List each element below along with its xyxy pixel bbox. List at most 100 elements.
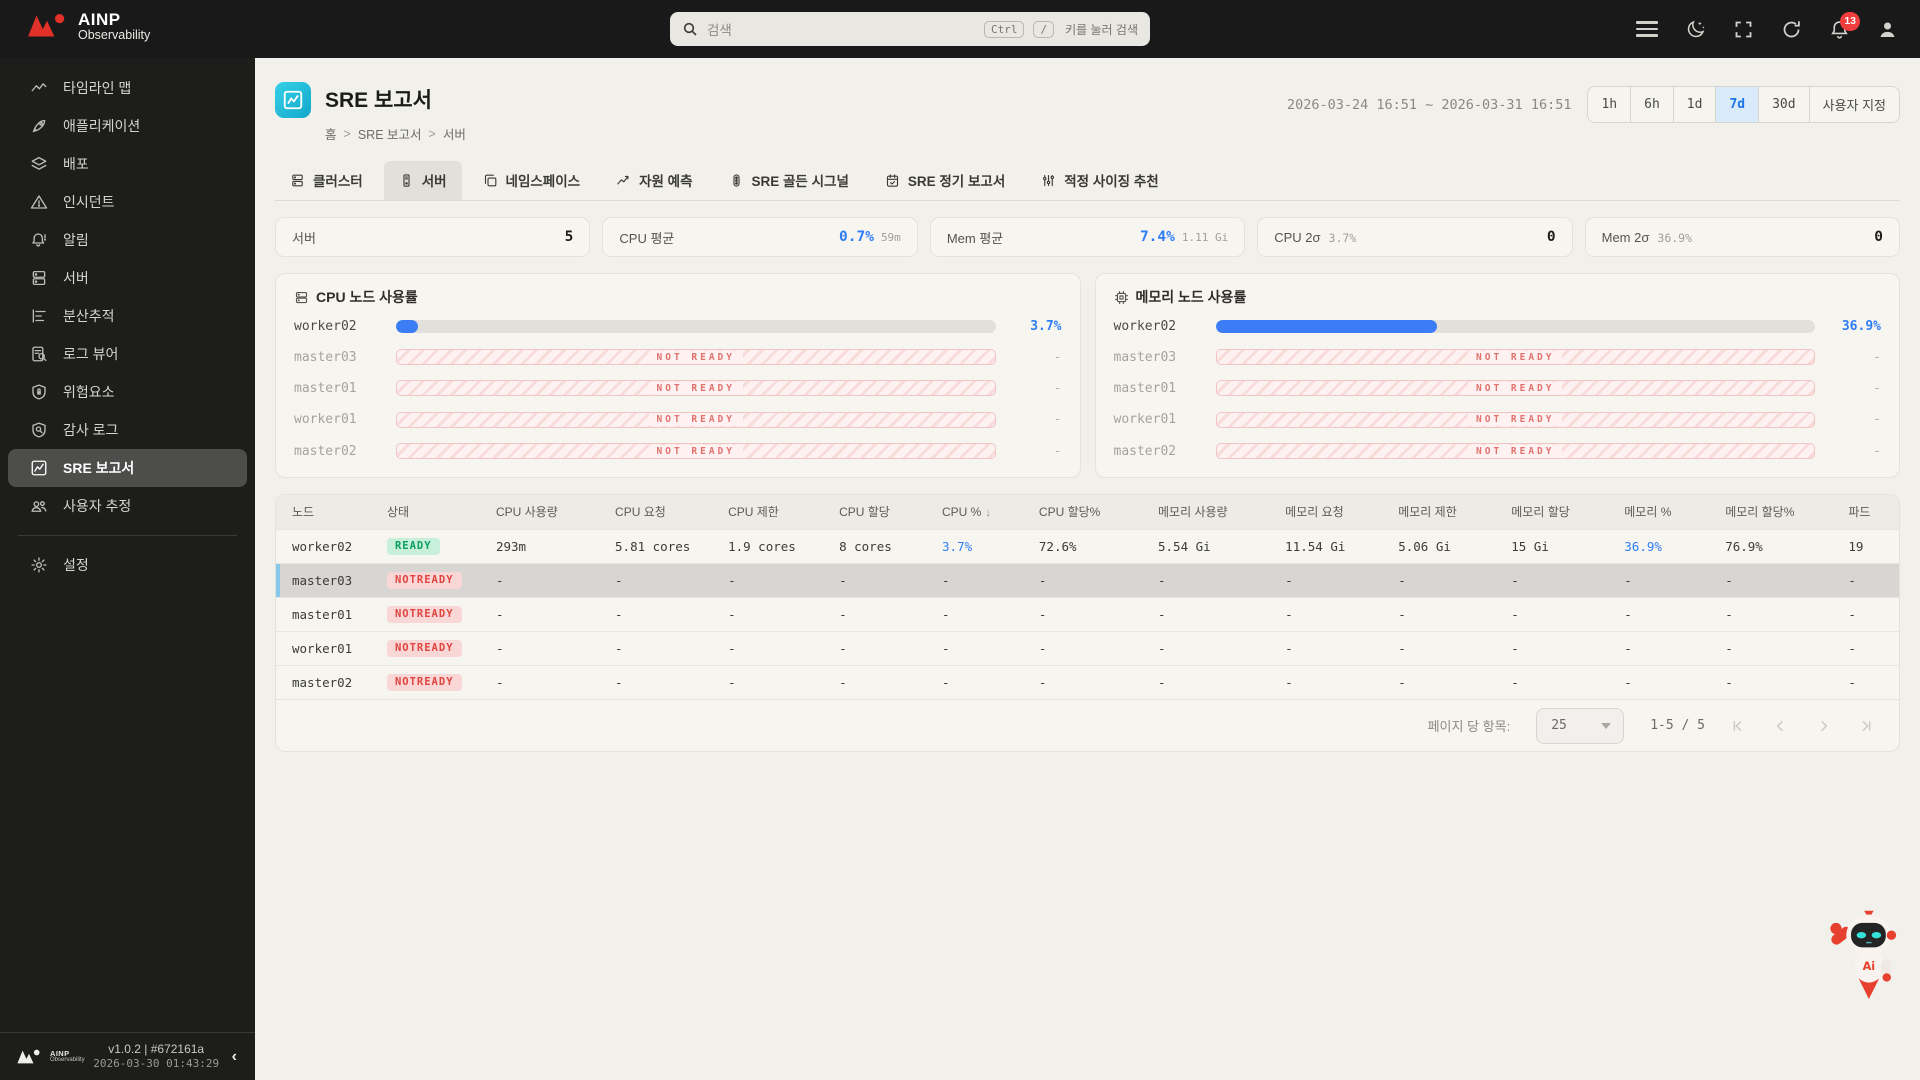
first-page-icon[interactable] [1731, 718, 1747, 734]
table-cell: 11.54 Gi [1277, 528, 1391, 563]
table-row-master03[interactable]: master03 NOTREADY ------------- [276, 562, 1899, 597]
calendar-icon [885, 173, 900, 188]
warning-icon [30, 193, 48, 211]
layers-icon [30, 155, 48, 173]
usage-bar-fill [396, 319, 419, 333]
table-row-worker01[interactable]: worker01 NOTREADY ------------- [276, 630, 1899, 665]
time-range-button-1h[interactable]: 1h [1588, 87, 1630, 122]
pagination-nav [1731, 718, 1873, 734]
search-input[interactable]: 검색 Ctrl / 키를 눌러 검색 [670, 12, 1150, 46]
time-range-button-30d[interactable]: 30d [1758, 87, 1808, 122]
column-header[interactable]: CPU 제한 [720, 495, 832, 529]
next-page-icon[interactable] [1815, 718, 1831, 734]
table-cell: - [1277, 596, 1391, 631]
items-per-page-label: 페이지 당 항목: [1427, 719, 1511, 734]
logview-icon [30, 345, 48, 363]
last-page-icon[interactable] [1857, 718, 1873, 734]
not-ready-bar: NOT READY [396, 411, 996, 428]
stat-label: Mem 2σ [1601, 229, 1650, 245]
breadcrumb-item[interactable]: SRE 보고서 [358, 124, 422, 143]
ctrl-keycap: Ctrl [983, 20, 1025, 38]
table-cell: - [607, 562, 721, 597]
menu-icon[interactable] [1636, 19, 1658, 40]
sidebar-item-applications[interactable]: 애플리케이션 [8, 107, 247, 145]
items-per-page-select[interactable]: 25 [1536, 707, 1625, 744]
dark-mode-icon[interactable] [1685, 19, 1706, 40]
sidebar-item-incidents[interactable]: 인시던트 [8, 183, 247, 221]
breadcrumb-item[interactable]: 서버 [443, 124, 466, 143]
column-header[interactable]: 메모리 제한 [1390, 495, 1504, 529]
tab-resource-forecast[interactable]: 자원 예측 [601, 161, 707, 200]
chart-row-worker02: worker02 3.7% [294, 319, 1062, 334]
namespace-icon [483, 173, 498, 188]
table-row-master01[interactable]: master01 NOTREADY ------------- [276, 596, 1899, 631]
table-cell: - [607, 596, 721, 631]
refresh-icon[interactable] [1781, 19, 1802, 40]
sidebar-item-tracing[interactable]: 분산추적 [8, 297, 247, 335]
sidebar-item-alerts[interactable]: 알림 [8, 221, 247, 259]
chart-row-worker01: worker01 NOT READY - [1114, 411, 1881, 428]
sidebar-item-user-estimation[interactable]: 사용자 추정 [8, 487, 247, 525]
column-header[interactable]: 메모리 사용량 [1150, 495, 1278, 529]
time-range-button-7d[interactable]: 7d [1715, 87, 1759, 122]
time-range-button-사용자 지정[interactable]: 사용자 지정 [1808, 87, 1899, 122]
breadcrumb-item[interactable]: 홈 [325, 124, 337, 143]
tab-sre-golden-signal[interactable]: SRE 골든 시그널 [714, 161, 864, 200]
table-row-worker02[interactable]: worker02 READY 293m 5.81 cores 1.9 cores 8 … [276, 528, 1899, 563]
user-avatar-icon[interactable] [1877, 19, 1898, 40]
column-header[interactable]: 파드 [1840, 495, 1899, 529]
column-header[interactable]: CPU 할당% [1030, 495, 1150, 529]
column-header[interactable]: CPU 할당 [831, 495, 935, 529]
column-header[interactable]: CPU 사용량 [487, 495, 608, 529]
table-cell: - [1390, 596, 1504, 631]
tab-server[interactable]: 서버 [383, 161, 462, 200]
table-cell: 36.9% [1616, 528, 1718, 563]
node-label: worker01 [294, 412, 357, 428]
sidebar-item-partial-top[interactable] [8, 58, 247, 69]
stat-card-cpu-avg: CPU 평균 0.7% 59m [602, 217, 918, 257]
tab-right-sizing[interactable]: 적정 사이징 추천 [1026, 161, 1173, 200]
table-cell: - [1150, 562, 1278, 597]
prev-page-icon[interactable] [1773, 718, 1789, 734]
date-range: 2026-03-24 16:51 ~ 2026-03-31 16:51 [1286, 96, 1572, 113]
usage-bar [396, 319, 996, 333]
node-value: - [1873, 349, 1881, 365]
stat-label: Mem 평균 [946, 230, 1004, 246]
status-cell: NOTREADY [378, 562, 488, 597]
notification-bell-icon[interactable]: 13 [1829, 11, 1860, 40]
sidebar-item-risk-factors[interactable]: 위험요소 [8, 373, 247, 411]
stat-sub-value: 59m [880, 231, 901, 244]
column-header[interactable]: 메모리 요청 [1277, 495, 1391, 529]
app-logo[interactable]: AINP Observability [26, 11, 150, 42]
time-range-button-6h[interactable]: 6h [1630, 87, 1673, 122]
column-header[interactable]: CPU 요청 [607, 495, 721, 529]
sidebar-item-deployments[interactable]: 배포 [8, 145, 247, 183]
sidebar-item-log-viewer[interactable]: 로그 뷰어 [8, 335, 247, 373]
not-ready-label: NOT READY [1468, 413, 1563, 427]
table-cell: 76.9% [1717, 528, 1841, 563]
sidebar-item-settings[interactable]: 설정 [8, 546, 247, 584]
status-badge: NOTREADY [386, 571, 462, 589]
tab-namespace[interactable]: 네임스페이스 [468, 161, 596, 200]
table-header-row: 노드 상태 CPU 사용량 CPU 요청 CPU 제한 CPU 할당 CPU % ↓ CPU 할… [276, 495, 1899, 529]
slash-keycap: / [1033, 20, 1055, 38]
sidebar-collapse-icon[interactable]: ‹ [228, 1044, 241, 1070]
table-row-master02[interactable]: master02 NOTREADY ------------- [276, 664, 1899, 699]
column-header[interactable]: 상태 [378, 495, 488, 529]
sidebar-item-timeline-map[interactable]: 타임라인 맵 [8, 69, 247, 107]
tab-cluster[interactable]: 클러스터 [275, 161, 378, 200]
column-header[interactable]: 메모리 할당 [1503, 495, 1617, 529]
time-range-button-1d[interactable]: 1d [1672, 87, 1716, 122]
column-header[interactable]: 메모리 % [1616, 495, 1718, 529]
column-header[interactable]: 노드 [276, 495, 379, 529]
chart-title: 메모리 노드 사용률 [1135, 289, 1247, 305]
sidebar-item-sre-report[interactable]: SRE 보고서 [8, 449, 247, 487]
assistant-robot-mascot[interactable]: Ai [1828, 906, 1906, 1000]
sidebar-item-audit-log[interactable]: 감사 로그 [8, 411, 247, 449]
tab-sre-periodic-report[interactable]: SRE 정기 보고서 [870, 161, 1020, 200]
node-value: - [1053, 443, 1062, 459]
column-header[interactable]: 메모리 할당% [1717, 495, 1841, 529]
fullscreen-icon[interactable] [1733, 19, 1754, 40]
column-header[interactable]: CPU % ↓ [934, 495, 1031, 529]
sidebar-item-servers[interactable]: 서버 [8, 259, 247, 297]
